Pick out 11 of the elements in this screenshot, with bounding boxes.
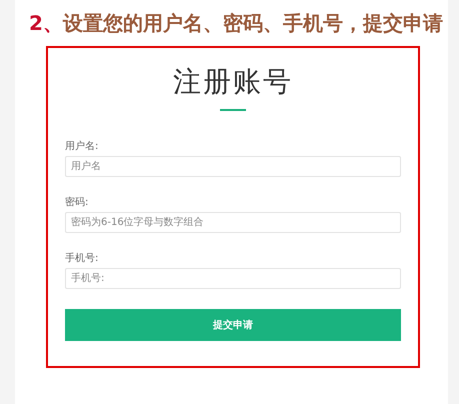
- field-label: 密码:: [65, 197, 90, 209]
- input-field[interactable]: 密码为6-16位字母与数字组合: [65, 212, 401, 233]
- field-label: 手机号:: [65, 253, 100, 265]
- title-underline: [220, 109, 246, 111]
- field-label: 用户名:: [65, 141, 100, 153]
- step-number: 2、: [29, 10, 63, 37]
- input-field[interactable]: 用户名: [65, 156, 401, 177]
- form-title: 注册账号: [173, 64, 293, 100]
- submit-button[interactable]: 提交申请: [65, 309, 401, 341]
- input-field[interactable]: 手机号:: [65, 268, 401, 289]
- step-heading: 设置您的用户名、密码、手机号，提交申请: [62, 10, 443, 37]
